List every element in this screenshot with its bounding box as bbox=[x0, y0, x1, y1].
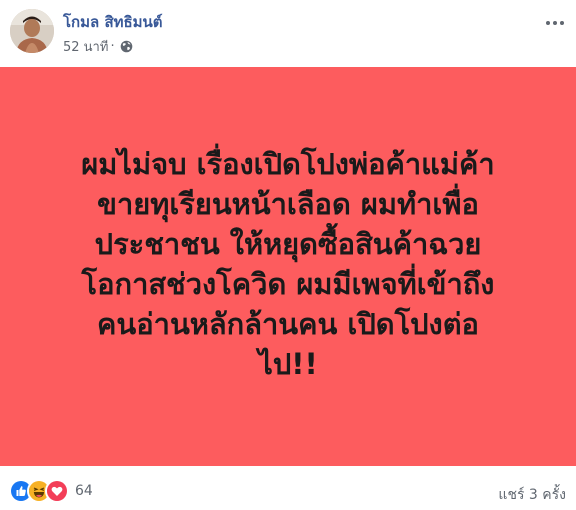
post-meta: 52 นาที · bbox=[63, 36, 133, 57]
post-background-text: ผมไม่จบ เรื่องเปิดโปงพ่อค้าแม่ค้า ขายทุเ… bbox=[0, 67, 576, 466]
love-icon bbox=[45, 479, 69, 503]
reaction-count: 64 bbox=[75, 483, 93, 499]
author-name[interactable]: โกมล สิทธิมนต์ bbox=[63, 10, 163, 34]
post-text-line: ไป!! bbox=[258, 346, 318, 381]
post-text-line: ประชาชน ให้หยุดซื้อสินค้าฉวย bbox=[94, 226, 482, 261]
shares-count[interactable]: แชร์ 3 ครั้ง bbox=[498, 484, 566, 506]
facebook-post: โกมล สิทธิมนต์ 52 นาที · ผมไม่จบ เรื่องเ… bbox=[0, 0, 576, 510]
post-text-line: ขายทุเรียนหน้าเลือด ผมทำเพื่อ bbox=[97, 186, 479, 221]
post-text-line: โอกาสช่วงโควิด ผมมีเพจที่เข้าถึง bbox=[81, 266, 495, 301]
author-avatar[interactable] bbox=[10, 9, 54, 53]
post-timestamp[interactable]: 52 นาที bbox=[63, 36, 108, 57]
post-footer: 64 แชร์ 3 ครั้ง bbox=[0, 466, 576, 510]
post-text-line: คนอ่านหลักล้านคน เปิดโปงต่อ bbox=[97, 306, 479, 341]
meta-separator: · bbox=[110, 39, 115, 54]
reactions-summary[interactable]: 64 bbox=[9, 479, 93, 503]
globe-icon[interactable] bbox=[120, 40, 133, 53]
more-horizontal-icon bbox=[545, 11, 565, 30]
post-header: โกมล สิทธิมนต์ 52 นาที · bbox=[0, 0, 576, 66]
post-text-line: ผมไม่จบ เรื่องเปิดโปงพ่อค้าแม่ค้า bbox=[81, 146, 495, 181]
more-options-button[interactable] bbox=[543, 10, 567, 30]
post-message: ผมไม่จบ เรื่องเปิดโปงพ่อค้าแม่ค้า ขายทุเ… bbox=[28, 144, 548, 384]
